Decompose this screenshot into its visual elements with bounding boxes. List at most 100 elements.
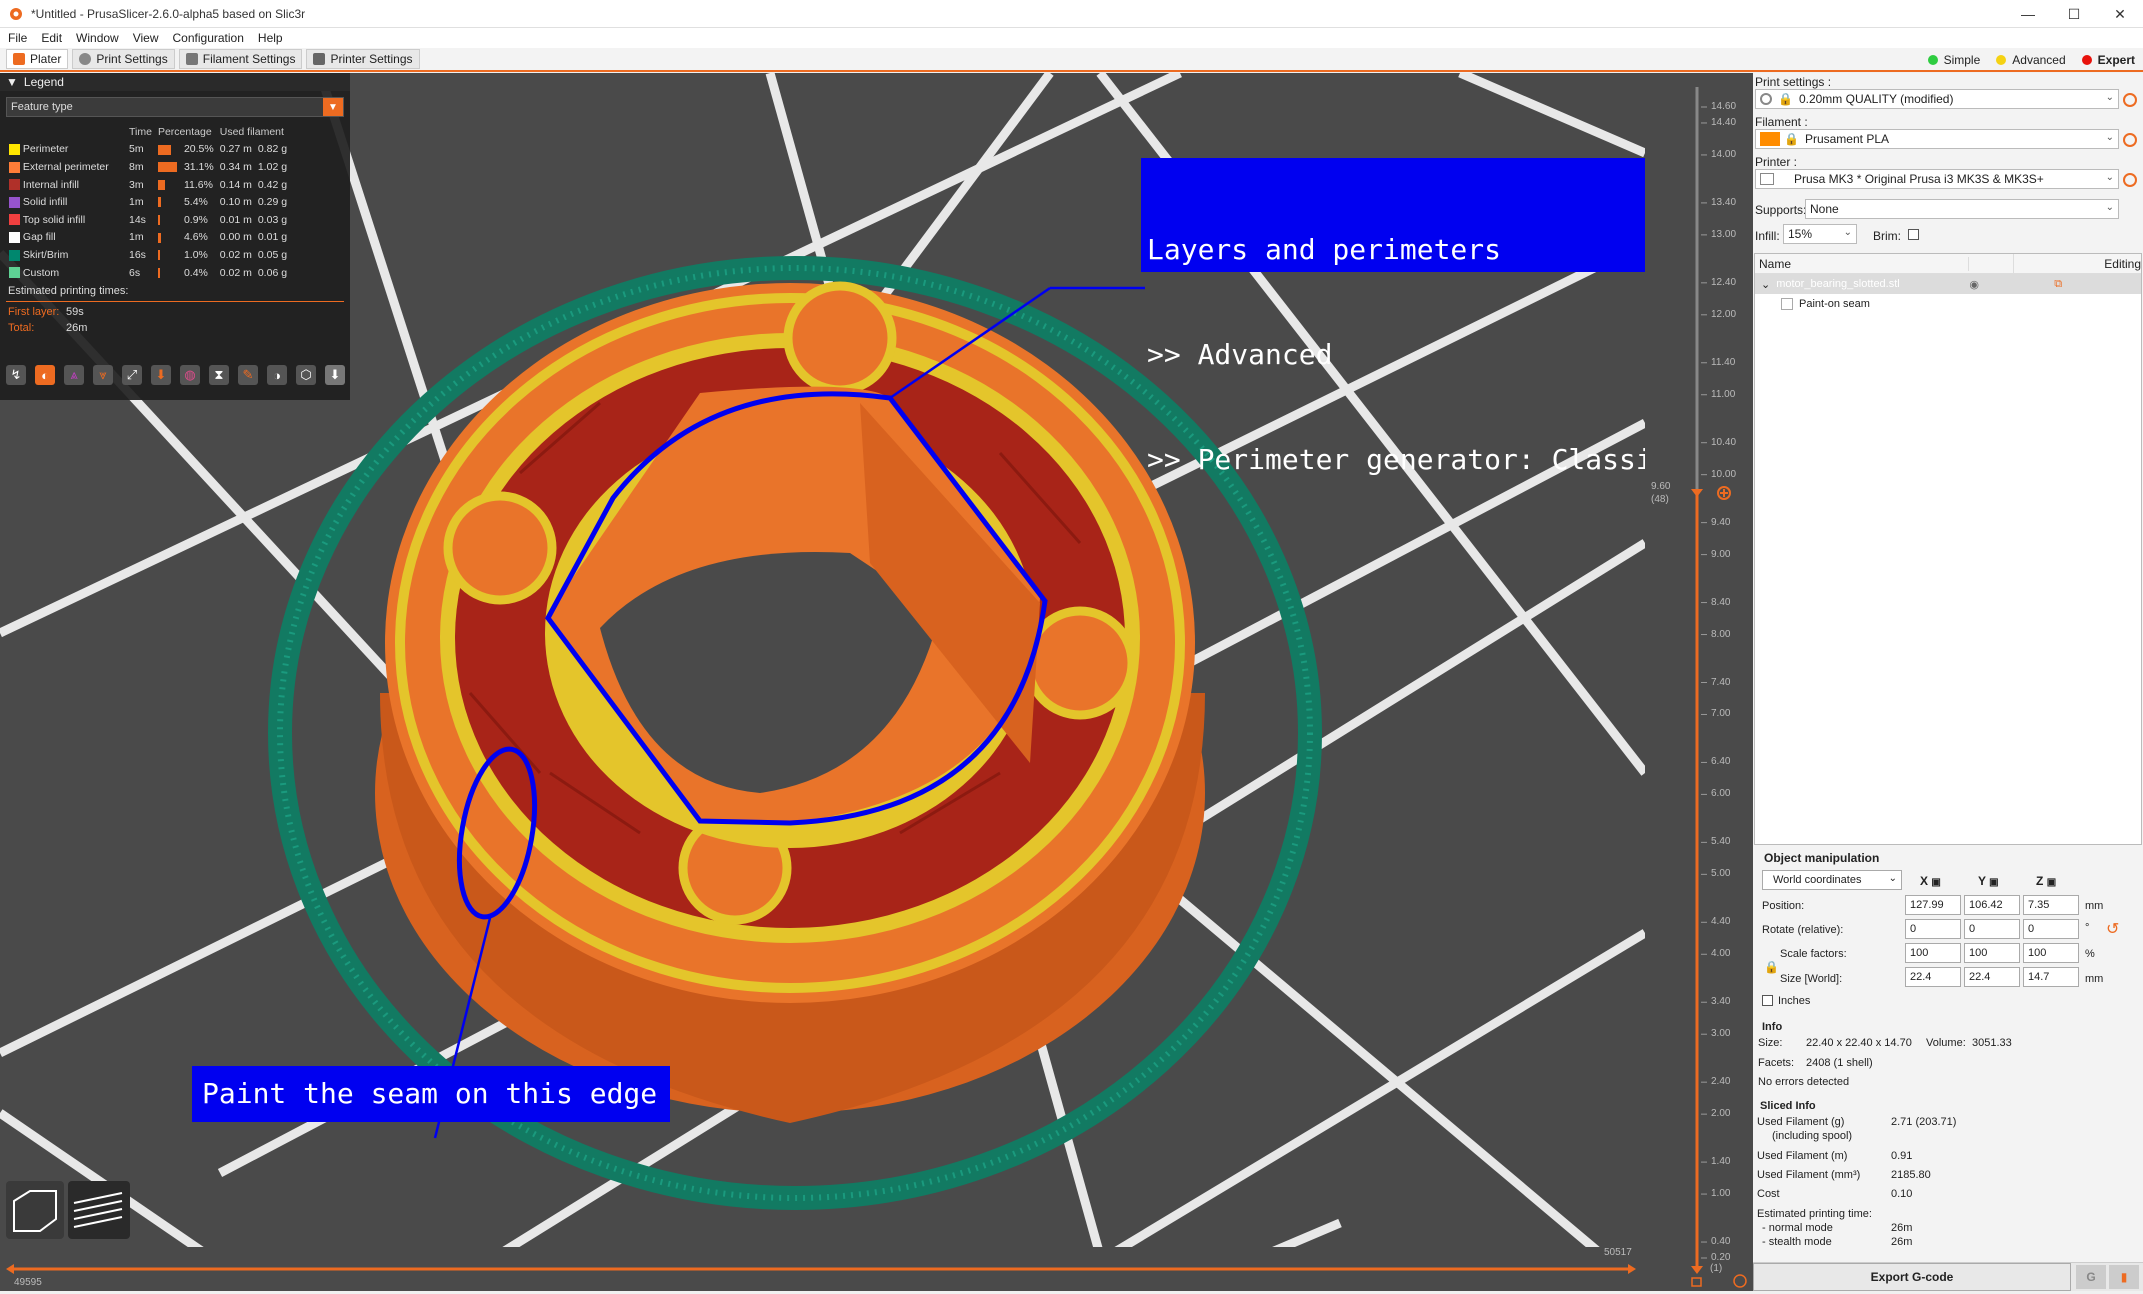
- expand-arrow-icon[interactable]: ⌄: [1755, 278, 1776, 291]
- feature-percentage: 5.4%: [183, 196, 208, 209]
- filament-select[interactable]: 🔒 Prusament PLA ⌄: [1755, 129, 2119, 149]
- rotate-y-input[interactable]: 0: [1964, 919, 2020, 939]
- printer-select[interactable]: Prusa MK3 * Original Prusa i3 MK3S & MK3…: [1755, 169, 2119, 189]
- legend-row[interactable]: Internal infill 3m 11.6% 0.14 m 0.42 g: [6, 176, 290, 194]
- shells-toggle-icon[interactable]: ⬡: [296, 365, 316, 385]
- tool-marker-toggle-icon[interactable]: ⬇: [325, 365, 345, 385]
- legend-header[interactable]: ▼ Legend: [0, 73, 350, 91]
- layer-tick-label: 8.00: [1711, 628, 1731, 640]
- send-to-printer-icon[interactable]: G: [2076, 1265, 2106, 1289]
- center-of-gravity-toggle-icon[interactable]: ◑: [267, 365, 287, 385]
- scale-x-input[interactable]: 100: [1905, 943, 1961, 963]
- layer-slider[interactable]: 9.60 (48) (1) 14.60 14.40 14.00 13.40 13.00 1…: [1645, 73, 1753, 1291]
- feature-name: Gap fill: [22, 231, 56, 244]
- feature-percentage: 4.6%: [183, 231, 208, 244]
- coordinates-select[interactable]: World coordinates ⌄: [1762, 870, 1902, 890]
- edit-object-icon[interactable]: ⧉: [2054, 278, 2062, 291]
- print-settings-value: 0.20mm QUALITY (modified): [1798, 92, 1954, 106]
- edit-printer-icon[interactable]: [2123, 173, 2137, 187]
- deretractions-toggle-icon[interactable]: ⩔: [93, 365, 113, 385]
- size-x-input[interactable]: 22.4: [1905, 967, 1961, 987]
- menu-window[interactable]: Window: [76, 31, 119, 45]
- size-y-input[interactable]: 22.4: [1964, 967, 2020, 987]
- info-errors: No errors detected: [1758, 1076, 1850, 1088]
- export-gcode-button[interactable]: Export G-code: [1753, 1263, 2071, 1291]
- supports-select[interactable]: None ⌄: [1805, 199, 2119, 219]
- sliced-info-value: 2.71 (203.71): [1891, 1116, 1957, 1128]
- tab-plater[interactable]: Plater: [6, 49, 69, 69]
- mode-advanced[interactable]: Advanced: [1988, 50, 2073, 70]
- feature-name: Internal infill: [22, 178, 79, 191]
- edit-filament-icon[interactable]: [2123, 133, 2137, 147]
- feature-length: 0.02 m: [219, 266, 252, 279]
- sliced-info-value: 0.10: [1891, 1188, 1913, 1200]
- wipe-toggle-icon[interactable]: ◐: [35, 365, 55, 385]
- size-z-input[interactable]: 14.7: [2023, 967, 2079, 987]
- scale-lock-icon[interactable]: 🔒: [1764, 960, 1779, 974]
- custom-gcode-toggle-icon[interactable]: ✎: [238, 365, 258, 385]
- inches-checkbox[interactable]: [1762, 995, 1773, 1006]
- menu-help[interactable]: Help: [258, 31, 283, 45]
- filament-value: Prusament PLA: [1804, 132, 1889, 146]
- move-slider-graphic: [6, 1264, 1636, 1274]
- infill-value: 15%: [1788, 227, 1813, 241]
- position-y-input[interactable]: 106.42: [1964, 895, 2020, 915]
- menu-configuration[interactable]: Configuration: [173, 31, 244, 45]
- lock-icon: 🔒: [1778, 92, 1793, 106]
- infill-select[interactable]: 15% ⌄: [1783, 224, 1857, 244]
- legend-row[interactable]: Top solid infill 14s 0.9% 0.01 m 0.03 g: [6, 211, 290, 229]
- travel-toggle-icon[interactable]: ↯: [6, 365, 26, 385]
- legend-col-time: Time: [129, 125, 152, 138]
- object-subitem-row[interactable]: Paint-on seam: [1755, 294, 2141, 314]
- legend-row[interactable]: Solid infill 1m 5.4% 0.10 m 0.29 g: [6, 193, 290, 211]
- visibility-eye-icon[interactable]: ◉: [1954, 278, 1994, 291]
- menu-edit[interactable]: Edit: [41, 31, 62, 45]
- position-z-input[interactable]: 7.35: [2023, 895, 2079, 915]
- rotate-x-input[interactable]: 0: [1905, 919, 1961, 939]
- mode-simple[interactable]: Simple: [1920, 50, 1989, 70]
- object-row[interactable]: ⌄ motor_bearing_slotted.stl ◉ ⧉: [1755, 274, 2141, 294]
- tab-filament-settings[interactable]: Filament Settings: [178, 49, 303, 69]
- seams-toggle-icon[interactable]: ⤢: [122, 365, 142, 385]
- scale-z-input[interactable]: 100: [2023, 943, 2079, 963]
- export-to-sd-icon[interactable]: ▮: [2109, 1265, 2139, 1289]
- feature-length: 0.02 m: [219, 248, 252, 261]
- scale-y-input[interactable]: 100: [1964, 943, 2020, 963]
- filament-color-swatch[interactable]: [1760, 132, 1780, 146]
- legend-row[interactable]: Gap fill 1m 4.6% 0.00 m 0.01 g: [6, 229, 290, 247]
- scale-unit: %: [2085, 948, 2095, 960]
- edit-print-settings-icon[interactable]: [2123, 93, 2137, 107]
- layer-tick-label: 13.40: [1711, 196, 1737, 208]
- object-list: Name Editing ⌄ motor_bearing_slotted.stl…: [1754, 253, 2142, 845]
- legend-title: Legend: [23, 75, 64, 89]
- menu-file[interactable]: File: [8, 31, 27, 45]
- retractions-toggle-icon[interactable]: ⩓: [64, 365, 84, 385]
- move-slider[interactable]: 49595 50517: [0, 1247, 1645, 1291]
- close-button[interactable]: ✕: [2097, 0, 2143, 28]
- menu-view[interactable]: View: [133, 31, 159, 45]
- reset-rotation-icon[interactable]: ↺: [2106, 919, 2119, 939]
- annotation-line-3: >> Perimeter generator: Classic: [1147, 443, 1670, 476]
- color-changes-toggle-icon[interactable]: ◍: [180, 365, 200, 385]
- tab-print-settings[interactable]: Print Settings: [72, 49, 175, 69]
- legend-table: Time Percentage Used filament Perimeter 5…: [6, 123, 290, 281]
- feature-percentage: 11.6%: [183, 178, 213, 191]
- feature-time: 1m: [129, 196, 144, 209]
- mode-expert[interactable]: Expert: [2074, 50, 2143, 70]
- legend-row[interactable]: External perimeter 8m 31.1% 0.34 m 1.02 g: [6, 158, 290, 176]
- legend-row[interactable]: Perimeter 5m 20.5% 0.27 m 0.82 g: [6, 141, 290, 159]
- brim-checkbox[interactable]: [1908, 229, 1919, 240]
- position-x-input[interactable]: 127.99: [1905, 895, 1961, 915]
- print-settings-select[interactable]: 🔒 0.20mm QUALITY (modified) ⌄: [1755, 89, 2119, 109]
- legend-row[interactable]: Custom 6s 0.4% 0.02 m 0.06 g: [6, 264, 290, 282]
- tool-changes-toggle-icon[interactable]: ⬇: [151, 365, 171, 385]
- legend-row[interactable]: Skirt/Brim 16s 1.0% 0.02 m 0.05 g: [6, 246, 290, 264]
- rotate-z-input[interactable]: 0: [2023, 919, 2079, 939]
- tab-printer-settings[interactable]: Printer Settings: [306, 49, 420, 69]
- feature-name: Custom: [22, 266, 60, 279]
- pause-prints-toggle-icon[interactable]: ⧗: [209, 365, 229, 385]
- view-type-select[interactable]: Feature type ▼: [6, 97, 344, 117]
- maximize-button[interactable]: ☐: [2051, 0, 2097, 28]
- supports-label: Supports:: [1755, 203, 1807, 217]
- minimize-button[interactable]: —: [2005, 0, 2051, 28]
